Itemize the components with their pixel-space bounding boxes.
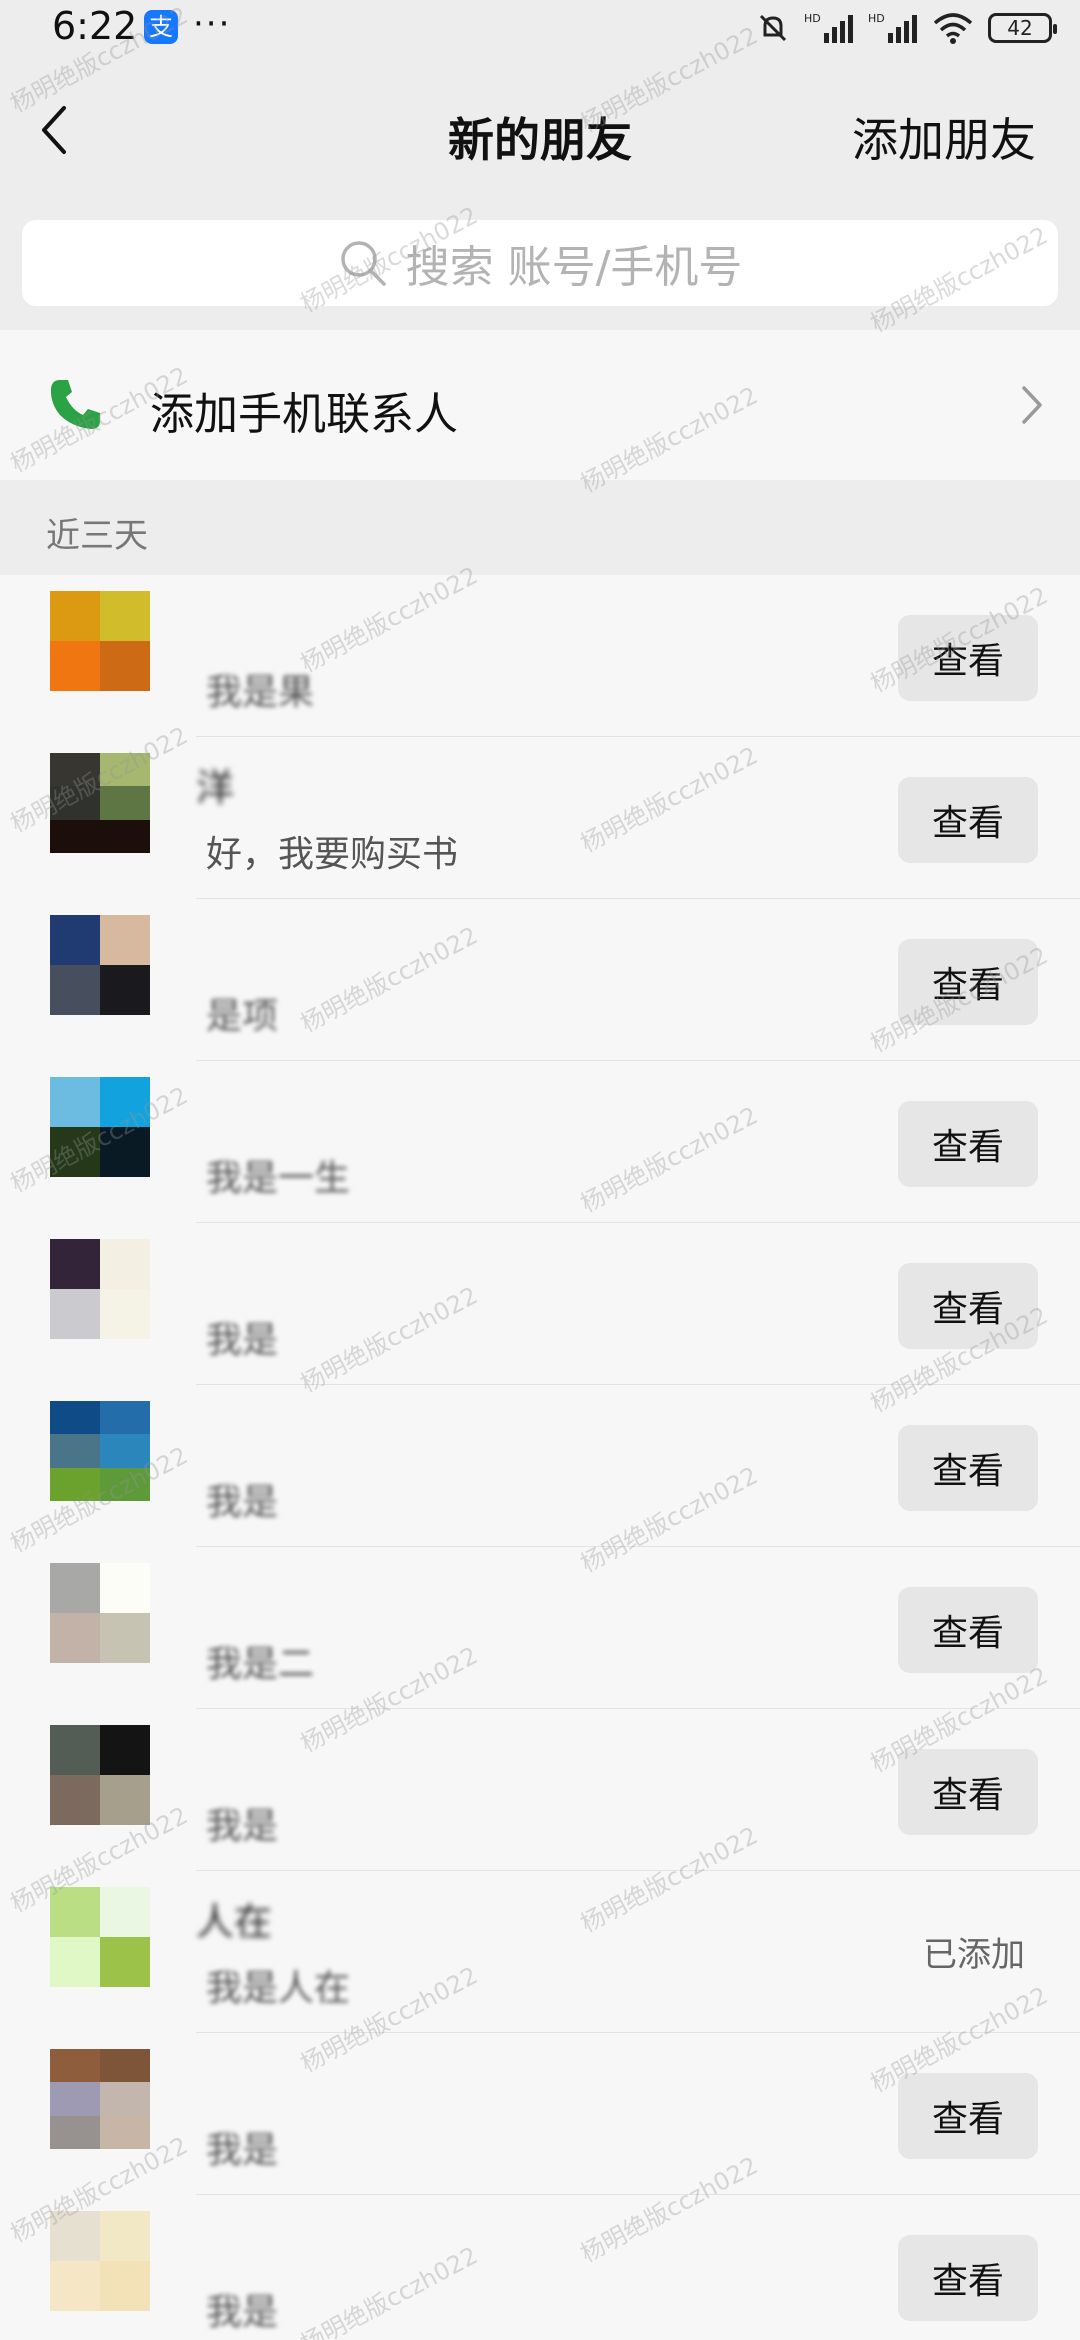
avatar	[50, 753, 150, 853]
request-name	[196, 1567, 396, 1615]
signal-hd-icon-2: HD	[868, 12, 917, 43]
request-name	[196, 2215, 396, 2263]
avatar	[50, 1401, 150, 1501]
search-placeholder: 搜索 账号/手机号	[405, 242, 743, 293]
friend-request-row[interactable]: 我是 查看	[0, 2195, 1080, 2340]
request-message: 我是	[206, 2292, 279, 2333]
request-name	[196, 1243, 396, 1291]
search-area: 搜索 账号/手机号	[0, 210, 1080, 330]
friend-request-row[interactable]: 人在 我是人在 已添加	[0, 1871, 1080, 2033]
request-message: 我是	[206, 1320, 279, 1361]
request-message: 我是	[206, 2130, 279, 2171]
request-message: 我是人在	[206, 1968, 351, 2009]
friend-request-row[interactable]: 我是一生 查看	[0, 1061, 1080, 1223]
request-message: 我是	[206, 1806, 279, 1847]
request-name: 人在	[196, 1900, 273, 1939]
view-button[interactable]: 查看	[898, 777, 1038, 863]
added-status-label: 已添加	[923, 1935, 1025, 1975]
friend-request-row[interactable]: 我是果 查看	[0, 575, 1080, 737]
add-friend-button[interactable]: 添加朋友	[852, 104, 1036, 170]
request-name: 洋	[196, 766, 235, 805]
request-message: 是项	[206, 996, 279, 1037]
view-button[interactable]: 查看	[898, 2235, 1038, 2321]
phone-icon	[50, 380, 100, 429]
svg-text:HD: HD	[868, 12, 885, 25]
friend-request-row[interactable]: 洋 好，我要购买书 查看	[0, 737, 1080, 899]
status-bar: 6:22 支 ··· HD HD 42	[0, 0, 1080, 60]
request-message: 我是果	[206, 672, 315, 713]
view-button[interactable]: 查看	[898, 2073, 1038, 2159]
add-phone-contacts-label: 添加手机联系人	[150, 389, 458, 440]
mute-icon	[759, 14, 787, 42]
section-header: 近三天	[0, 480, 1080, 575]
friend-request-row[interactable]: 我是二 查看	[0, 1547, 1080, 1709]
view-button[interactable]: 查看	[898, 1425, 1038, 1511]
svg-text:HD: HD	[804, 12, 821, 25]
avatar	[50, 1077, 150, 1177]
friend-request-row[interactable]: 我是 查看	[0, 1385, 1080, 1547]
avatar	[50, 1563, 150, 1663]
search-icon	[340, 241, 386, 286]
friend-request-row[interactable]: 我是 查看	[0, 1709, 1080, 1871]
view-button[interactable]: 查看	[898, 1749, 1038, 1835]
status-time: 6:22	[52, 4, 138, 48]
avatar	[50, 915, 150, 1015]
search-input[interactable]: 搜索 账号/手机号	[22, 220, 1058, 306]
header: 新的朋友 添加朋友	[0, 60, 1080, 210]
request-name	[196, 1405, 396, 1453]
view-button[interactable]: 查看	[898, 1587, 1038, 1673]
request-name	[196, 1729, 396, 1777]
wifi-icon	[933, 13, 973, 44]
back-icon[interactable]	[34, 100, 74, 160]
more-notifications-icon: ···	[193, 4, 232, 44]
avatar	[50, 1725, 150, 1825]
request-message: 我是一生	[206, 1158, 351, 1199]
avatar	[50, 2049, 150, 2149]
friend-request-row[interactable]: 我是 查看	[0, 1223, 1080, 1385]
view-button[interactable]: 查看	[898, 615, 1038, 701]
request-message: 我是	[206, 1482, 279, 1523]
friend-request-row[interactable]: 我是 查看	[0, 2033, 1080, 2195]
request-name	[196, 919, 396, 967]
request-name	[196, 1081, 396, 1129]
avatar	[50, 591, 150, 691]
add-phone-contacts-row[interactable]: 添加手机联系人	[0, 330, 1080, 480]
request-name	[196, 2053, 396, 2101]
alipay-icon: 支	[144, 10, 178, 44]
request-name	[196, 595, 396, 643]
section-title: 近三天	[46, 516, 148, 556]
request-message: 好，我要购买书	[206, 834, 459, 875]
signal-hd-icon: HD	[804, 12, 853, 43]
request-message: 我是二	[206, 1644, 315, 1685]
view-button[interactable]: 查看	[898, 1101, 1038, 1187]
view-button[interactable]: 查看	[898, 1263, 1038, 1349]
friend-request-list: 我是果 查看 洋 好，我要购买书 查看 是项 查看 我是一生 查看 我是 查看 …	[0, 575, 1080, 2340]
avatar	[50, 1887, 150, 1987]
view-button[interactable]: 查看	[898, 939, 1038, 1025]
status-indicators: HD HD 42	[756, 8, 1057, 48]
chevron-right-icon	[1022, 386, 1042, 424]
battery-icon: 42	[988, 13, 1057, 43]
avatar	[50, 1239, 150, 1339]
friend-request-row[interactable]: 是项 查看	[0, 899, 1080, 1061]
avatar	[50, 2211, 150, 2311]
